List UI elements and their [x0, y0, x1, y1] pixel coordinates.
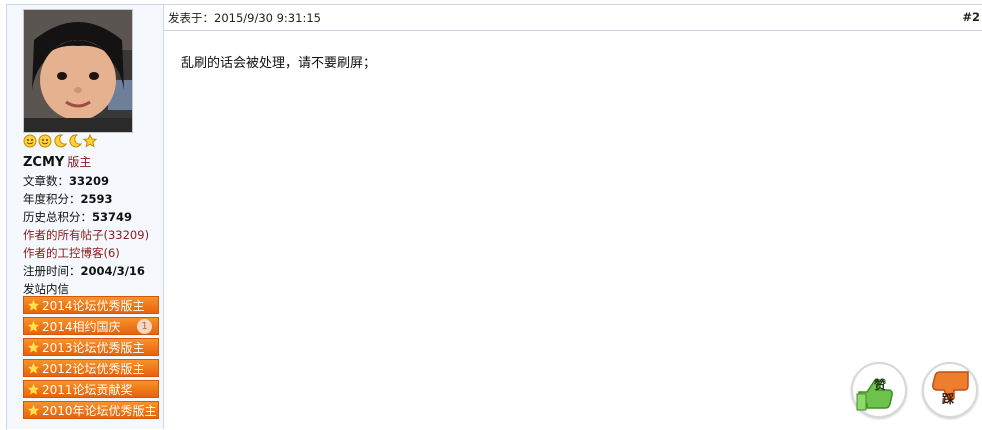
rank-icons [23, 133, 98, 148]
post-header: 发表于：2015/9/30 9:31:15 #2 [164, 5, 982, 31]
badge-label: 2013论坛优秀版主 [42, 341, 145, 355]
register-value: 2004/3/16 [80, 264, 145, 278]
smiley-icon [38, 134, 52, 148]
star-icon [27, 299, 40, 311]
badge-item[interactable]: 2011论坛贡献奖 [23, 380, 159, 398]
star-icon [27, 383, 40, 395]
moon-icon [53, 134, 68, 148]
smiley-icon [23, 134, 37, 148]
badge-item[interactable]: 2012论坛优秀版主 [23, 359, 159, 377]
like-label: 赞 [874, 378, 887, 392]
star-icon [82, 133, 98, 148]
star-icon [27, 404, 40, 416]
user-name[interactable]: ZCMY [23, 155, 64, 170]
articles-label: 文章数： [23, 174, 69, 188]
post-body: 乱刷的话会被处理，请不要刷屏； [181, 56, 377, 71]
register-row: 注册时间：2004/3/16 [23, 262, 145, 280]
register-label: 注册时间： [23, 264, 81, 278]
year-points-label: 年度积分： [23, 192, 81, 206]
post-floor-number[interactable]: #2 [962, 10, 980, 24]
articles-row: 文章数：33209 [23, 172, 109, 190]
star-icon [27, 362, 40, 374]
all-posts-link[interactable]: 作者的所有帖子(33209) [23, 226, 149, 244]
badge-count: 1 [137, 319, 152, 334]
badge-label: 2014相约国庆 [42, 320, 121, 334]
badge-item[interactable]: 2013论坛优秀版主 [23, 338, 159, 356]
badge-label: 2010年论坛优秀版主 [42, 404, 157, 418]
dislike-button[interactable]: 踩 [922, 362, 978, 418]
total-points-row: 历史总积分：53749 [23, 208, 132, 226]
year-points-value: 2593 [80, 192, 113, 206]
badge-label: 2011论坛贡献奖 [42, 383, 133, 397]
articles-value: 33209 [69, 174, 110, 188]
dislike-label: 踩 [942, 392, 955, 406]
post-date: 发表于：2015/9/30 9:31:15 [168, 11, 321, 25]
badge-item[interactable]: 2014论坛优秀版主 [23, 296, 159, 314]
avatar[interactable] [23, 9, 133, 133]
user-role: 版主 [67, 155, 92, 169]
like-button[interactable]: 赞 [851, 362, 907, 418]
total-points-value: 53749 [92, 210, 133, 224]
badge-label: 2012论坛优秀版主 [42, 362, 145, 376]
star-icon [27, 341, 40, 353]
total-points-label: 历史总积分： [23, 210, 92, 224]
moon-icon [68, 134, 83, 148]
badge-item[interactable]: 2010年论坛优秀版主 [23, 401, 159, 419]
badge-list: 2014论坛优秀版主 2014相约国庆 1 2013论坛优秀版主 2012论坛优… [23, 296, 159, 422]
badge-item[interactable]: 2014相约国庆 1 [23, 317, 159, 335]
year-points-row: 年度积分：2593 [23, 190, 113, 208]
star-icon [27, 320, 40, 332]
badge-label: 2014论坛优秀版主 [42, 299, 145, 313]
blog-link[interactable]: 作者的工控博客(6) [23, 244, 120, 262]
user-sidebar: ZCMY 版主 文章数：33209 年度积分：2593 历史总积分：53749 作… [7, 5, 164, 429]
user-name-line: ZCMY 版主 [23, 153, 91, 170]
